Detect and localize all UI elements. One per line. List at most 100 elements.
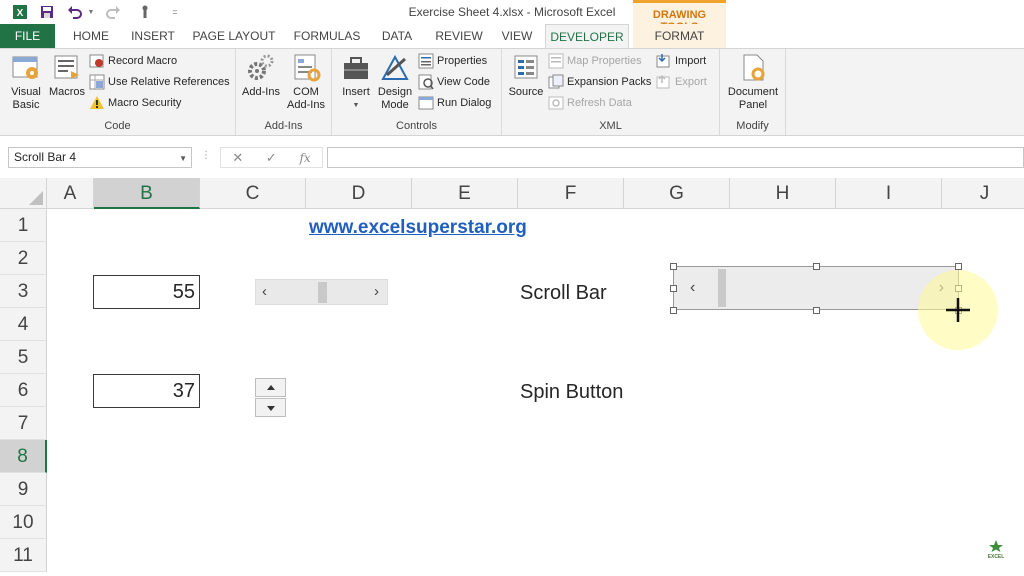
view-code-label: View Code (437, 76, 490, 88)
resize-handle-top[interactable] (813, 263, 820, 270)
resize-handle-top-right[interactable] (955, 263, 962, 270)
macros-icon (51, 53, 83, 83)
resize-handle-bottom[interactable] (813, 307, 820, 314)
run-dialog-button[interactable]: Run Dialog (418, 93, 491, 113)
column-header-f[interactable]: F (518, 178, 624, 209)
tab-formulas[interactable]: FORMULAS (289, 24, 365, 48)
row-header-6[interactable]: 6 (0, 374, 47, 407)
spin-up-button[interactable] (255, 378, 286, 397)
add-ins-group: Add-Ins COM Add-Ins Add-Ins (236, 49, 332, 135)
document-panel-label: Document Panel (727, 86, 779, 111)
com-add-ins-button[interactable]: COM Add-Ins (284, 53, 328, 112)
scroll-left-arrow-icon[interactable]: ‹ (262, 283, 267, 300)
import-label: Import (675, 55, 707, 67)
tab-page-layout[interactable]: PAGE LAYOUT (189, 24, 279, 48)
scroll-right-arrow-icon[interactable]: › (374, 283, 379, 300)
tab-home[interactable]: HOME (64, 24, 118, 48)
insert-function-icon[interactable]: fx (299, 151, 310, 165)
record-macro-button[interactable]: Record Macro (89, 51, 177, 71)
code-group-label: Code (104, 120, 131, 132)
tab-view[interactable]: VIEW (497, 24, 537, 48)
row-header-5[interactable]: 5 (0, 341, 47, 374)
column-header-b[interactable]: B (94, 178, 200, 209)
row-header-2[interactable]: 2 (0, 242, 47, 275)
relative-references-button[interactable]: Use Relative References (89, 72, 230, 92)
com-add-ins-label: COM Add-Ins (287, 86, 325, 111)
formula-bar-resize-handle[interactable]: ⋮ (201, 150, 211, 161)
tab-insert[interactable]: INSERT (126, 24, 180, 48)
website-link[interactable]: www.excelsuperstar.org (309, 217, 527, 239)
design-mode-label: Design Mode (377, 86, 413, 111)
scroll-thumb[interactable] (318, 282, 327, 303)
formula-input[interactable] (327, 147, 1024, 168)
macros-button[interactable]: Macros (48, 53, 86, 99)
column-header-e[interactable]: E (412, 178, 518, 209)
design-mode-icon (379, 53, 411, 83)
tab-developer[interactable]: DEVELOPER (545, 24, 629, 49)
properties-button[interactable]: Properties (418, 51, 487, 71)
row-header-8[interactable]: 8 (0, 440, 47, 473)
relative-references-icon (89, 74, 105, 90)
column-header-j[interactable]: J (942, 178, 1024, 209)
design-mode-button[interactable]: Design Mode (376, 53, 414, 112)
document-panel-button[interactable]: Document Panel (724, 53, 782, 112)
map-properties-button: Map Properties (548, 51, 642, 71)
tab-format[interactable]: FORMAT (633, 24, 726, 48)
controls-group: Insert ▼ Design Mode Properties View Cod… (332, 49, 502, 135)
com-add-ins-icon (290, 53, 322, 83)
xml-group: Source Map Properties Expansion Packs Re… (502, 49, 720, 135)
insert-control-button[interactable]: Insert ▼ (336, 53, 376, 112)
spin-down-button[interactable] (255, 398, 286, 417)
column-header-i[interactable]: I (836, 178, 942, 209)
ribbon: Visual Basic Macros Record Macro Use Rel… (0, 48, 1024, 136)
name-box-value: Scroll Bar 4 (14, 150, 77, 164)
export-button: Export (656, 72, 707, 92)
row-header-3[interactable]: 3 (0, 275, 47, 308)
select-all-corner[interactable] (0, 178, 47, 209)
tab-data[interactable]: DATA (373, 24, 421, 48)
visual-basic-label: Visual Basic (11, 86, 41, 111)
row-header-10[interactable]: 10 (0, 506, 47, 539)
tab-file[interactable]: FILE (0, 24, 55, 48)
cell-b6-value[interactable]: 37 (93, 374, 200, 408)
worksheet-grid[interactable]: ABCDEFGHIJ 1 2 3 4 5 6 7 8 9 10 11 www.excelsupers… (0, 178, 1024, 576)
triangle-down-icon (267, 406, 275, 411)
scroll-bar-control[interactable]: ‹ › (255, 279, 388, 305)
controls-group-label: Controls (396, 120, 437, 132)
source-label: Source (508, 86, 544, 98)
cell-b3-value[interactable]: 55 (93, 275, 200, 309)
enter-check-icon[interactable]: ✓ (266, 150, 277, 166)
macro-security-button[interactable]: Macro Security (89, 93, 181, 113)
import-button[interactable]: Import (656, 51, 706, 71)
row-header-11[interactable]: 11 (0, 539, 47, 572)
resize-handle-top-left[interactable] (670, 263, 677, 270)
column-header-c[interactable]: C (200, 178, 306, 209)
name-box[interactable]: Scroll Bar 4 ▼ (8, 147, 192, 168)
visual-basic-button[interactable]: Visual Basic (6, 53, 46, 112)
column-header-a[interactable]: A (47, 178, 94, 209)
resize-handle-left[interactable] (670, 285, 677, 292)
selected-scroll-left-arrow-icon[interactable]: ‹ (690, 279, 695, 297)
cancel-icon[interactable]: ✕ (232, 150, 243, 166)
column-header-h[interactable]: H (730, 178, 836, 209)
resize-handle-bottom-left[interactable] (670, 307, 677, 314)
map-properties-label: Map Properties (567, 55, 642, 67)
row-header-4[interactable]: 4 (0, 308, 47, 341)
column-header-g[interactable]: G (624, 178, 730, 209)
document-panel-icon (737, 53, 769, 83)
run-dialog-icon (418, 95, 434, 111)
column-header-d[interactable]: D (306, 178, 412, 209)
chevron-down-icon[interactable]: ▼ (179, 149, 187, 168)
selected-scroll-thumb[interactable] (718, 269, 727, 307)
insert-control-label: Insert (342, 86, 370, 98)
view-code-button[interactable]: View Code (418, 72, 490, 92)
expansion-packs-button[interactable]: Expansion Packs (548, 72, 651, 92)
spin-button-control[interactable] (255, 378, 286, 418)
source-button[interactable]: Source (506, 53, 546, 99)
row-header-9[interactable]: 9 (0, 473, 47, 506)
row-header-7[interactable]: 7 (0, 407, 47, 440)
selected-scroll-bar-control[interactable]: ‹ › (673, 266, 959, 310)
add-ins-button[interactable]: Add-Ins (240, 53, 282, 99)
tab-review[interactable]: REVIEW (429, 24, 489, 48)
row-header-1[interactable]: 1 (0, 209, 47, 242)
